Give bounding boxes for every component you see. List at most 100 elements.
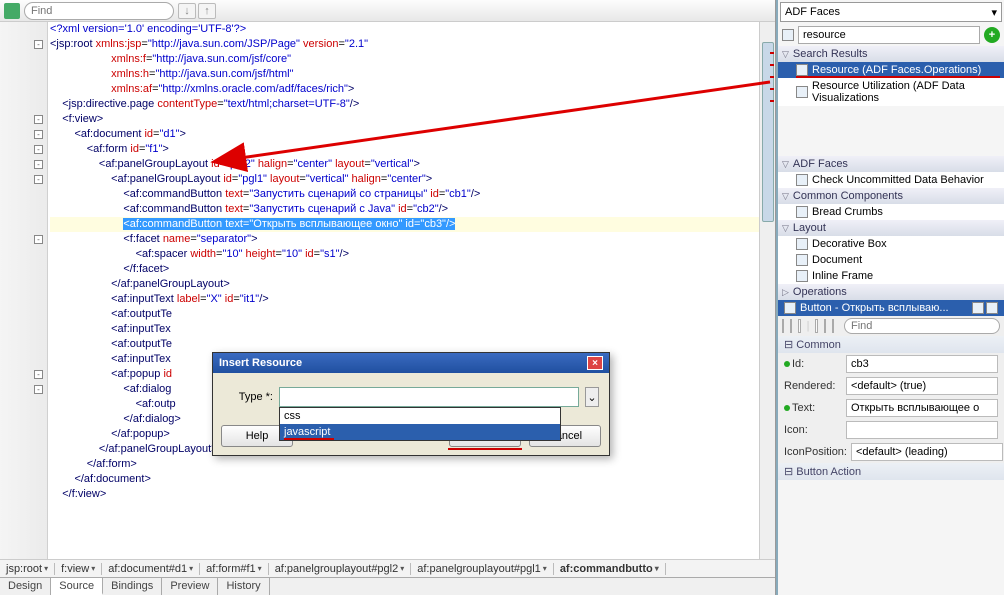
window-icon[interactable] — [972, 302, 984, 314]
bottom-tab-preview[interactable]: Preview — [162, 578, 218, 595]
editor-bottom-tabs[interactable]: DesignSourceBindingsPreviewHistory — [0, 577, 775, 595]
close-icon[interactable]: × — [587, 356, 603, 370]
code-line[interactable]: </af:panelGroupLayout> — [50, 277, 759, 292]
component-icon — [796, 174, 808, 186]
breadcrumb-item[interactable]: f:view ▾ — [55, 563, 102, 575]
type-combo[interactable]: cssjavascript — [279, 387, 579, 407]
code-editor[interactable]: --------- <?xml version='1.0' encoding='… — [0, 22, 775, 559]
code-line[interactable]: xmlns:h="http://java.sun.com/jsf/html" — [50, 67, 759, 82]
palette-search-input[interactable] — [798, 26, 980, 44]
code-line[interactable]: <f:facet name="separator"> — [50, 232, 759, 247]
breadcrumb-item[interactable]: jsp:root ▾ — [0, 563, 55, 575]
tool-icon[interactable] — [782, 319, 784, 333]
code-line[interactable]: </af:document> — [50, 472, 759, 487]
code-line[interactable]: xmlns:af="http://xmlns.oracle.com/adf/fa… — [50, 82, 759, 97]
code-line[interactable]: </f:view> — [50, 487, 759, 502]
code-line[interactable]: <af:commandButton text="Запустить сценар… — [50, 187, 759, 202]
add-button[interactable]: + — [984, 27, 1000, 43]
palette-category-combo[interactable]: ADF Faces ▾ — [780, 2, 1002, 22]
structure-breadcrumb[interactable]: jsp:root ▾f:view ▾af:document#d1 ▾af:for… — [0, 559, 775, 577]
common-components-list: Bread Crumbs — [778, 204, 1004, 220]
pin-icon[interactable] — [790, 319, 792, 333]
code-line[interactable]: <af:outputTe — [50, 307, 759, 322]
property-label: Id: — [784, 358, 842, 370]
binoculars-icon[interactable] — [832, 319, 834, 333]
tool-icon[interactable] — [824, 319, 826, 333]
code-line[interactable]: <af:document id="d1"> — [50, 127, 759, 142]
find-prev-button[interactable]: ↓ — [178, 3, 196, 19]
property-label: IconPosition: — [784, 446, 847, 458]
find-input[interactable] — [24, 2, 174, 20]
bottom-tab-bindings[interactable]: Bindings — [103, 578, 162, 595]
search-results-header[interactable]: ▽Search Results — [778, 46, 1004, 62]
bottom-tab-design[interactable]: Design — [0, 578, 51, 595]
palette-item[interactable]: Resource Utilization (ADF Data Visualiza… — [778, 78, 1004, 106]
property-input[interactable] — [846, 377, 998, 395]
common-components-header[interactable]: ▽Common Components — [778, 188, 1004, 204]
code-line[interactable]: <af:panelGroupLayout id="pgl2" halign="c… — [50, 157, 759, 172]
component-icon — [796, 254, 808, 266]
code-line[interactable]: <jsp:directive.page contentType="text/ht… — [50, 97, 759, 112]
dropdown-option[interactable]: javascript — [280, 424, 560, 440]
vertical-scrollbar[interactable] — [759, 22, 775, 559]
code-line[interactable]: <f:view> — [50, 112, 759, 127]
code-line[interactable]: <?xml version='1.0' encoding='UTF-8'?> — [50, 22, 759, 37]
combo-label: ADF Faces — [785, 6, 840, 18]
code-line[interactable]: <af:panelGroupLayout id="pgl1" layout="v… — [50, 172, 759, 187]
property-input[interactable] — [846, 355, 998, 373]
palette-item[interactable]: Bread Crumbs — [778, 204, 1004, 220]
property-row: IconPosition: — [778, 441, 1004, 463]
breadcrumb-item[interactable]: af:panelgrouplayout#pgl1 ▾ — [411, 563, 554, 575]
type-dropdown[interactable]: cssjavascript — [279, 407, 561, 441]
breadcrumb-item[interactable]: af:panelgrouplayout#pgl2 ▾ — [269, 563, 412, 575]
button-action-group-header[interactable]: ⊟ Button Action — [778, 463, 1004, 480]
palette-item[interactable]: Resource (ADF Faces.Operations) — [778, 62, 1004, 78]
edit-icon[interactable] — [815, 319, 817, 333]
code-content[interactable]: <?xml version='1.0' encoding='UTF-8'?><j… — [48, 22, 759, 559]
code-gutter[interactable]: --------- — [0, 22, 48, 559]
palette-item[interactable]: Inline Frame — [778, 268, 1004, 284]
property-row: Icon: — [778, 419, 1004, 441]
breadcrumb-item[interactable]: af:document#d1 ▾ — [102, 563, 200, 575]
property-label: Text: — [784, 402, 842, 414]
property-find-input[interactable] — [844, 318, 1000, 334]
property-input[interactable] — [846, 399, 998, 417]
property-input[interactable] — [851, 443, 1003, 461]
bottom-tab-source[interactable]: Source — [51, 578, 103, 595]
component-icon — [796, 206, 808, 218]
code-line[interactable]: <jsp:root xmlns:jsp="http://java.sun.com… — [50, 37, 759, 52]
palette-item[interactable]: Decorative Box — [778, 236, 1004, 252]
chevron-down-icon[interactable]: ⌄ — [585, 387, 599, 407]
bottom-tab-history[interactable]: History — [218, 578, 269, 595]
button-icon — [784, 302, 796, 314]
code-line[interactable]: <af:inputTex — [50, 322, 759, 337]
property-row: Text: — [778, 397, 1004, 419]
palette-item[interactable]: Document — [778, 252, 1004, 268]
operations-header[interactable]: ▷Operations — [778, 284, 1004, 300]
code-line[interactable]: <af:commandButton text="Открыть всплываю… — [50, 217, 759, 232]
breadcrumb-item[interactable]: af:form#f1 ▾ — [200, 563, 269, 575]
common-group-header[interactable]: ⊟ Common — [778, 336, 1004, 353]
layout-header[interactable]: ▽Layout — [778, 220, 1004, 236]
adf-faces-header[interactable]: ▽ADF Faces — [778, 156, 1004, 172]
type-input[interactable] — [279, 387, 579, 407]
code-line[interactable]: xmlns:f="http://java.sun.com/jsf/core" — [50, 52, 759, 67]
code-line[interactable]: </f:facet> — [50, 262, 759, 277]
window-icon[interactable] — [986, 302, 998, 314]
property-row: Rendered: — [778, 375, 1004, 397]
dialog-title-text: Insert Resource — [219, 357, 302, 369]
find-next-button[interactable]: ↑ — [198, 3, 216, 19]
breadcrumb-item[interactable]: af:commandbutto ▾ — [554, 563, 666, 575]
freeze-icon[interactable] — [798, 319, 800, 333]
code-line[interactable]: </af:form> — [50, 457, 759, 472]
dropdown-option[interactable]: css — [280, 408, 560, 424]
code-line[interactable]: <af:spacer width="10" height="10" id="s1… — [50, 247, 759, 262]
code-line[interactable]: <af:inputText label="X" id="it1"/> — [50, 292, 759, 307]
layout-list: Decorative BoxDocumentInline Frame — [778, 236, 1004, 284]
palette-item[interactable]: Check Uncommitted Data Behavior — [778, 172, 1004, 188]
property-input[interactable] — [846, 421, 998, 439]
code-line[interactable]: <af:commandButton text="Запустить сценар… — [50, 202, 759, 217]
code-line[interactable]: <af:outputTe — [50, 337, 759, 352]
code-line[interactable]: <af:form id="f1"> — [50, 142, 759, 157]
dialog-titlebar[interactable]: Insert Resource × — [213, 353, 609, 373]
